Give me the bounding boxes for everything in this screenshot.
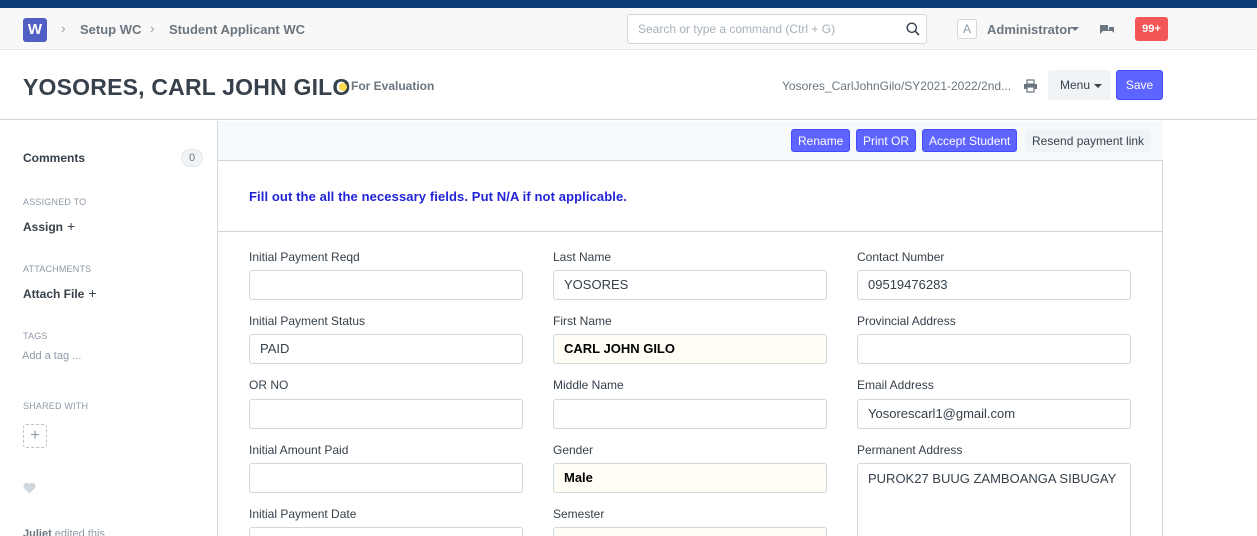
or-no-label: OR NO — [249, 378, 289, 392]
attachments-label: ATTACHMENTS — [23, 264, 92, 274]
chat-icon[interactable] — [1099, 22, 1115, 37]
page-header: YOSORES, CARL JOHN GILO For Evaluation Y… — [0, 50, 1257, 120]
breadcrumb-setup-wc[interactable]: Setup WC — [80, 22, 141, 37]
contact-number-label: Contact Number — [857, 250, 945, 264]
document-name: Yosores_CarlJohnGilo/SY2021-2022/2nd... — [782, 79, 1012, 93]
notifications-badge[interactable]: 99+ — [1135, 17, 1168, 41]
initial-payment-status-field[interactable]: PAID — [249, 334, 523, 364]
plus-icon: + — [67, 218, 76, 234]
app-logo[interactable]: W — [23, 18, 47, 42]
or-no-field[interactable] — [249, 399, 523, 429]
rename-button[interactable]: Rename — [791, 129, 851, 152]
initial-payment-reqd-field[interactable] — [249, 270, 523, 300]
form-sidebar: Comments 0 ASSIGNED TO Assign + ATTACHMEN… — [0, 121, 218, 536]
edit-activity: Juliet edited this — [23, 528, 105, 536]
provincial-address-field[interactable] — [857, 334, 1131, 364]
chevron-right-icon: › — [150, 20, 155, 36]
save-button[interactable]: Save — [1116, 70, 1163, 100]
permanent-address-label: Permanent Address — [857, 443, 963, 457]
print-or-button[interactable]: Print OR — [856, 129, 917, 152]
edit-text: edited this — [51, 528, 105, 536]
initial-amount-paid-field[interactable] — [249, 463, 523, 493]
gender-select[interactable]: Male — [553, 463, 827, 493]
search-bar[interactable] — [627, 14, 927, 44]
last-name-field[interactable]: YOSORES — [553, 270, 827, 300]
initial-payment-date-field[interactable] — [249, 527, 523, 536]
middle-name-label: Middle Name — [553, 378, 624, 392]
breadcrumb-student-applicant-wc[interactable]: Student Applicant WC — [169, 22, 305, 37]
contact-number-field[interactable]: 09519476283 — [857, 270, 1131, 300]
shared-with-label: SHARED WITH — [23, 401, 89, 411]
assign-label: Assign — [23, 220, 64, 234]
last-name-label: Last Name — [553, 250, 612, 264]
assigned-to-label: ASSIGNED TO — [23, 197, 87, 207]
permanent-address-textarea[interactable]: PUROK27 BUUG ZAMBOANGA SIBUGAY — [857, 463, 1131, 536]
form-layout: Rename Print OR Accept Student Resend pa… — [218, 121, 1163, 536]
resend-payment-link-button[interactable]: Resend payment link — [1025, 129, 1152, 152]
add-share-button[interactable]: + — [23, 424, 47, 448]
assign-button[interactable]: Assign + — [23, 218, 75, 234]
email-address-label: Email Address — [857, 378, 934, 392]
comments-count-badge: 0 — [181, 149, 203, 167]
semester-label: Semester — [553, 507, 605, 521]
provincial-address-label: Provincial Address — [857, 314, 956, 328]
email-address-field[interactable]: Yosorescarl1@gmail.com — [857, 399, 1131, 429]
form-toolbar: Rename Print OR Accept Student Resend pa… — [218, 121, 1163, 161]
plus-icon: + — [88, 285, 97, 301]
menu-button-label: Menu — [1060, 78, 1091, 92]
menu-button[interactable]: Menu — [1048, 70, 1111, 100]
print-icon[interactable] — [1023, 79, 1038, 93]
edit-user[interactable]: Juliet — [23, 528, 52, 536]
search-icon[interactable] — [906, 22, 920, 36]
comments-link[interactable]: Comments — [23, 151, 85, 165]
attach-file-button[interactable]: Attach File + — [23, 285, 97, 301]
status-badge: For Evaluation — [351, 79, 435, 93]
first-name-label: First Name — [553, 314, 612, 328]
form-intro: Fill out the all the necessary fields. P… — [218, 162, 1163, 232]
search-input[interactable] — [628, 15, 888, 43]
initial-amount-paid-label: Initial Amount Paid — [249, 443, 349, 457]
first-name-field[interactable]: CARL JOHN GILO — [553, 334, 827, 364]
avatar[interactable]: A — [957, 19, 977, 39]
semester-select[interactable] — [553, 527, 827, 536]
initial-payment-status-label: Initial Payment Status — [249, 314, 366, 328]
attach-file-label: Attach File — [23, 287, 85, 301]
navbar: W › Setup WC › Student Applicant WC A Ad… — [0, 8, 1257, 50]
form-intro-text: Fill out the all the necessary fields. P… — [249, 189, 628, 204]
tags-label: TAGS — [23, 331, 48, 341]
heart-icon[interactable] — [23, 482, 36, 494]
caret-down-icon[interactable] — [1071, 27, 1079, 31]
user-menu[interactable]: Administrator — [987, 22, 1072, 37]
middle-name-field[interactable] — [553, 399, 827, 429]
page-title: YOSORES, CARL JOHN GILO — [23, 74, 351, 100]
caret-down-icon — [1094, 84, 1102, 88]
gender-label: Gender — [553, 443, 594, 457]
chevron-right-icon: › — [61, 20, 66, 36]
add-tag-link[interactable]: Add a tag ... — [22, 350, 81, 362]
initial-payment-reqd-label: Initial Payment Reqd — [249, 250, 360, 264]
top-accent-bar — [0, 0, 1257, 8]
initial-payment-date-label: Initial Payment Date — [249, 507, 357, 521]
status-indicator-icon — [339, 83, 347, 91]
accept-student-button[interactable]: Accept Student — [922, 129, 1018, 152]
